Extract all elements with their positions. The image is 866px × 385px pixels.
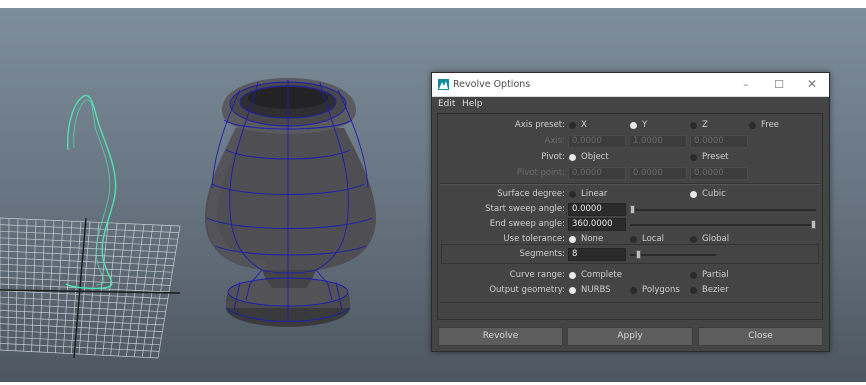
pivot-label: Pivot:	[541, 152, 565, 162]
dialog-titlebar[interactable]: Revolve Options – ☐ ✕	[432, 73, 829, 97]
segments-row: Segments: 8	[438, 248, 822, 262]
revolve-options-dialog[interactable]: Revolve Options – ☐ ✕ Edit Help Axis pre…	[431, 72, 830, 352]
pivot-row: Pivot: Object Preset	[541, 152, 729, 162]
start-sweep-label: Start sweep angle:	[485, 204, 565, 214]
axis-z-field: 0.0000	[690, 135, 748, 148]
segments-slider-handle[interactable]	[636, 250, 642, 259]
start-sweep-row: Start sweep angle: 0.0000	[438, 203, 822, 217]
maximize-icon[interactable]: ☐	[766, 76, 792, 93]
close-button[interactable]: Close	[698, 327, 823, 346]
output-geometry-row: Output geometry: NURBS Polygons Bezier	[489, 285, 729, 295]
close-icon[interactable]: ✕	[799, 76, 825, 93]
separator	[440, 302, 820, 303]
end-sweep-slider[interactable]	[630, 224, 816, 226]
maya-app-icon	[438, 79, 449, 90]
end-sweep-field[interactable]: 360.0000	[568, 218, 626, 231]
options-panel: Axis preset: X Y Z Free Axis: 0.0000 1.0…	[437, 113, 823, 320]
vase-mesh[interactable]	[205, 78, 376, 327]
output-geometry-label: Output geometry:	[489, 285, 565, 295]
pivot-point-label: Pivot point:	[516, 168, 565, 178]
curve-range-label: Curve range:	[509, 270, 565, 280]
pivot-point-row: Pivot point: 0.0000 0.0000 0.0000	[438, 167, 822, 181]
surface-degree-row: Surface degree: Linear Cubic	[497, 189, 726, 199]
segments-field[interactable]: 8	[568, 248, 626, 261]
end-sweep-slider-handle[interactable]	[811, 220, 816, 229]
separator-highlight	[440, 184, 820, 185]
dialog-title: Revolve Options	[453, 79, 531, 90]
profile-curve[interactable]	[65, 94, 117, 290]
axis-preset-row: Axis preset: X Y Z Free	[514, 120, 780, 130]
use-tolerance-label: Use tolerance:	[503, 234, 565, 244]
axis-row: Axis: 0.0000 1.0000 0.0000	[438, 135, 822, 149]
axis-preset-label: Axis preset:	[514, 120, 565, 130]
end-sweep-label: End sweep angle:	[489, 219, 565, 229]
axis-y-field: 1.0000	[629, 135, 687, 148]
start-sweep-slider[interactable]	[630, 209, 816, 211]
start-sweep-slider-handle[interactable]	[630, 205, 635, 214]
menu-help[interactable]: Help	[462, 99, 483, 109]
menu-edit[interactable]: Edit	[438, 99, 455, 109]
axis-label: Axis:	[544, 136, 566, 146]
segments-slider[interactable]	[630, 254, 716, 256]
pivot-point-x-field: 0.0000	[568, 167, 626, 180]
segments-label: Segments:	[519, 249, 565, 259]
start-sweep-field[interactable]: 0.0000	[568, 203, 626, 216]
pivot-point-y-field: 0.0000	[629, 167, 687, 180]
revolve-button[interactable]: Revolve	[438, 327, 563, 346]
apply-button[interactable]: Apply	[567, 327, 693, 346]
axis-x-field: 0.0000	[568, 135, 626, 148]
menubar: Edit Help	[432, 97, 829, 112]
pivot-point-z-field: 0.0000	[690, 167, 748, 180]
minimize-icon[interactable]: –	[733, 76, 759, 93]
curve-range-row: Curve range: Complete Partial	[509, 270, 729, 280]
end-sweep-row: End sweep angle: 360.0000	[438, 218, 822, 232]
surface-degree-label: Surface degree:	[497, 189, 565, 199]
